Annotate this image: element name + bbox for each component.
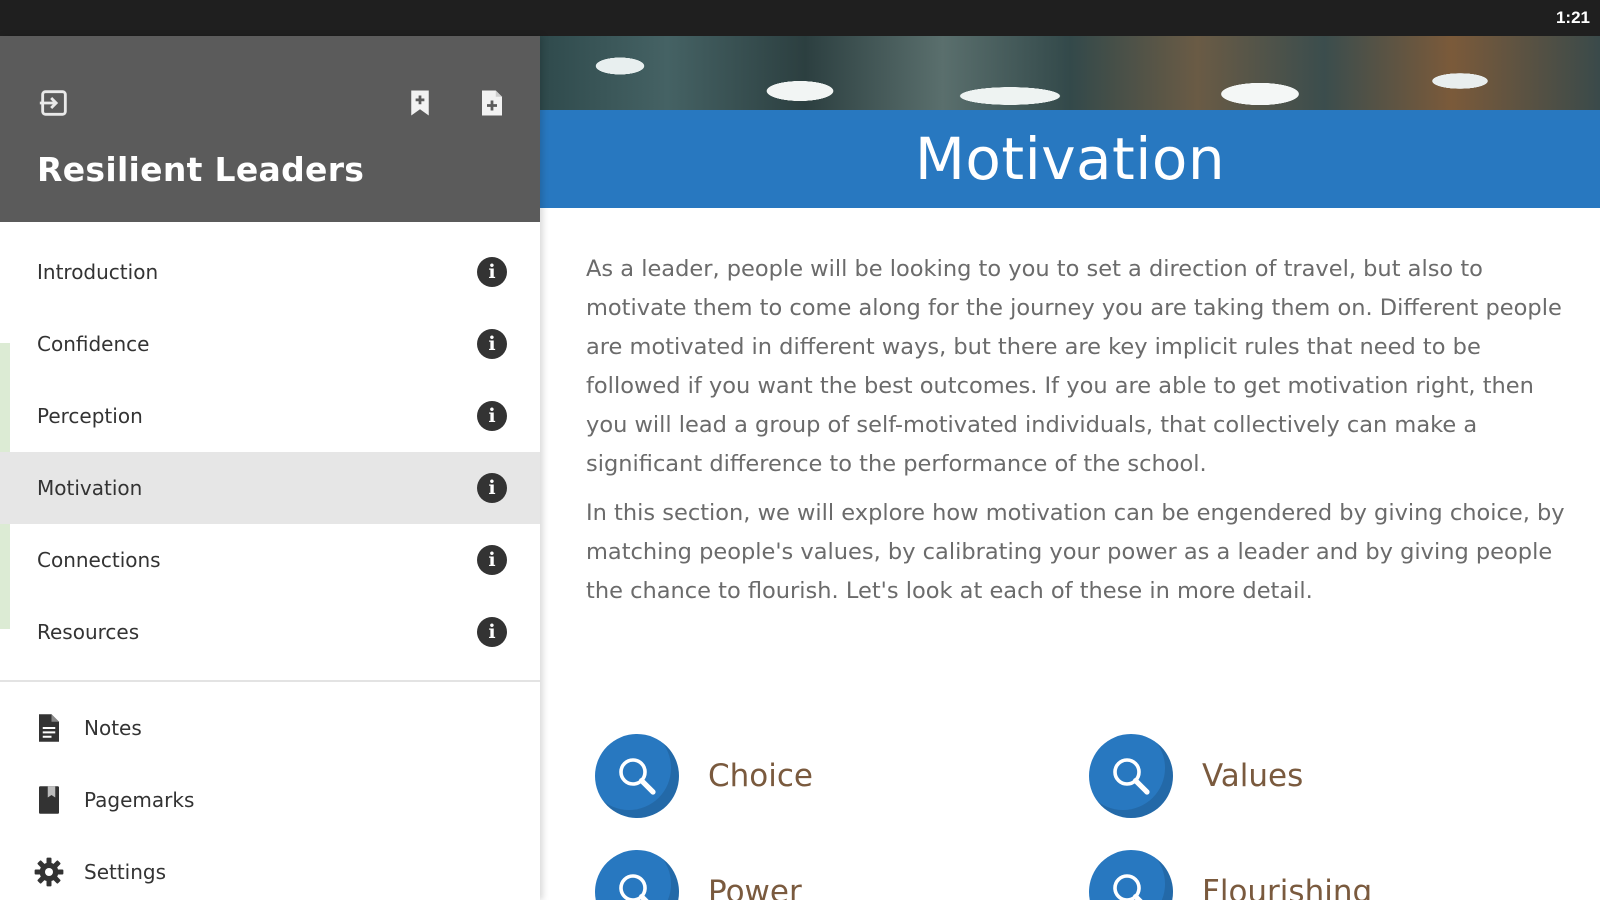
paragraph: In this section, we will explore how mot…: [586, 500, 1565, 604]
magnifier-icon: [1089, 850, 1173, 900]
header-banner-image: [540, 36, 1600, 110]
chapter-label: Connections: [37, 548, 161, 572]
chapter-label: Perception: [37, 404, 143, 428]
magnifier-icon: [595, 734, 679, 818]
chapter-item-motivation[interactable]: Motivation i: [0, 452, 540, 524]
chapter-item-introduction[interactable]: Introduction i: [0, 236, 540, 308]
chapter-item-confidence[interactable]: Confidence i: [0, 308, 540, 380]
info-icon[interactable]: i: [477, 257, 507, 287]
tool-label: Settings: [84, 860, 167, 884]
info-icon[interactable]: i: [477, 545, 507, 575]
paragraph: As a leader, people will be looking to y…: [586, 256, 1562, 477]
info-icon[interactable]: i: [477, 329, 507, 359]
navigation-drawer: Resilient Leaders Introduction i Confide…: [0, 36, 540, 900]
tool-item-notes[interactable]: Notes: [0, 692, 540, 764]
notes-icon: [34, 713, 64, 743]
drawer-title: Resilient Leaders: [37, 150, 365, 189]
page-title: Motivation: [914, 125, 1226, 193]
chapter-item-perception[interactable]: Perception i: [0, 380, 540, 452]
magnifier-icon: [595, 850, 679, 900]
magnifier-icon: [1089, 734, 1173, 818]
chapter-content: Motivation As a leader, people will be l…: [540, 36, 1600, 900]
chapter-label: Introduction: [37, 260, 159, 284]
chapter-label: Resources: [37, 620, 140, 644]
topic-label: Choice: [708, 758, 813, 794]
drawer-divider: [0, 680, 540, 682]
settings-icon: [34, 857, 64, 887]
chapter-list: Introduction i Confidence i Perception i…: [0, 236, 540, 668]
tool-item-settings[interactable]: Settings: [0, 836, 540, 900]
chapter-label: Motivation: [37, 476, 143, 500]
topic-link-power[interactable]: Power: [595, 850, 802, 900]
info-icon[interactable]: i: [477, 617, 507, 647]
topic-link-choice[interactable]: Choice: [595, 734, 813, 818]
chapter-label: Confidence: [37, 332, 150, 356]
topic-label: Power: [708, 874, 802, 900]
info-icon[interactable]: i: [477, 473, 507, 503]
tool-item-pagemarks[interactable]: Pagemarks: [0, 764, 540, 836]
topic-label: Values: [1202, 758, 1304, 794]
topic-link-flourishing[interactable]: Flourishing: [1089, 850, 1372, 900]
topic-label: Flourishing: [1202, 874, 1373, 900]
status-time: 1:21: [1555, 8, 1590, 27]
body-text: As a leader, people will be looking to y…: [586, 250, 1566, 621]
bookmark-add-icon[interactable]: [400, 83, 440, 123]
pagemarks-icon: [34, 785, 64, 815]
tool-label: Pagemarks: [84, 788, 195, 812]
tool-label: Notes: [84, 716, 142, 740]
note-add-icon[interactable]: [472, 83, 512, 123]
info-icon[interactable]: i: [477, 401, 507, 431]
title-bar: Motivation: [540, 110, 1600, 208]
status-bar: 1:21: [0, 0, 1600, 36]
drawer-header: Resilient Leaders: [0, 36, 540, 222]
topic-link-values[interactable]: Values: [1089, 734, 1303, 818]
chapter-item-connections[interactable]: Connections i: [0, 524, 540, 596]
chapter-item-resources[interactable]: Resources i: [0, 596, 540, 668]
exit-icon[interactable]: [34, 83, 74, 123]
tools-list: Notes Pagemarks Settings: [0, 692, 540, 900]
